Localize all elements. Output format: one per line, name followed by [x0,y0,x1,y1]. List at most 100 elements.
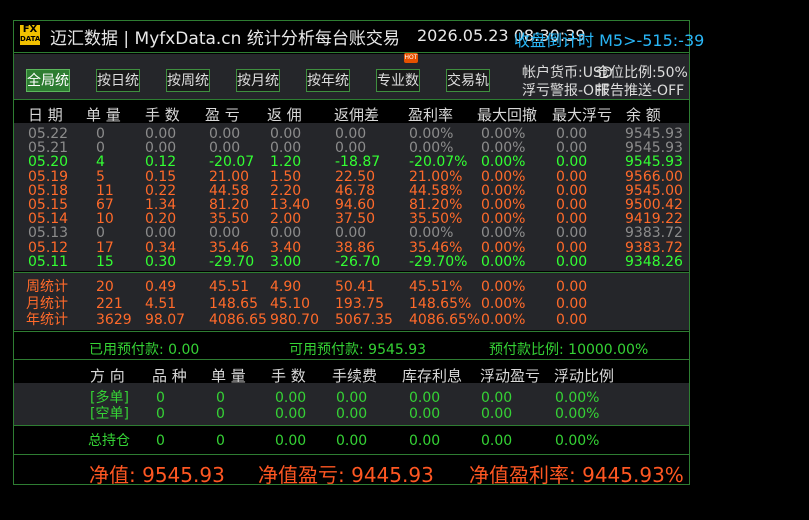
report-push-toggle[interactable]: 报告推送-OFF [596,80,684,100]
total-symbol: 0 [156,433,165,449]
period-row: 年统计 3629 98.07 4086.65 980.70 5067.35 4086.65%… [14,313,689,328]
table-row: 05.11 15 0.30 -29.70 3.00 -26.70 -29.70% 0.00% 0… [14,253,689,270]
cell-rebate: 4.90 [270,279,302,295]
cell-rate: -29.70% [409,253,468,270]
total-divider [14,454,689,455]
available-prepayment: 可用预付款: 9545.93 [289,342,427,358]
cell-vol: 15 [96,253,114,270]
cell-date: 年统计 [26,312,68,328]
cell-rebate: 3.00 [270,253,302,270]
prepayment-ratio: 预付款比例: 10000.00% [489,342,649,358]
tab-trade-trace[interactable]: 交易轨迹 [446,69,490,92]
position-ratio: 仓位比例:50% [596,65,688,81]
position-divider [14,425,689,426]
net-value-rate: 净值盈利率: 9445.93% [469,463,684,487]
cell-vol: 3629 [96,312,132,328]
position-row: [空单] 0 0 0.00 0.00 0.00 0.00 0.00% [14,407,689,422]
pos-cell-fpct: 0.00% [555,406,600,422]
cell-dd: 0.00% [481,295,526,312]
cell-float: 0.00 [556,279,588,295]
tab-overall[interactable]: 全局统计 [26,69,70,92]
pos-cell-fee: 0.00 [336,406,368,422]
pos-cell-swap: 0.00 [409,406,441,422]
cell-diff: 50.41 [335,279,376,295]
used-prepayment: 已用预付款: 0.00 [89,342,200,358]
cell-pl: 148.65 [209,295,258,312]
col-lots: 手 数 [145,106,180,124]
cell-lots: 4.51 [145,295,177,312]
prepayment-divider [14,359,689,360]
net-value: 净值: 9545.93 [89,463,225,487]
pos-cell-kind: 0 [156,390,165,406]
pos-cell-fee: 0.00 [336,390,368,406]
pos-cell-swap: 0.00 [409,390,441,406]
cell-lots: 0.30 [145,253,177,270]
cell-date: 周统计 [26,279,68,295]
hot-badge: HOT [404,53,418,63]
col-balance: 余 额 [626,106,661,124]
total-volume: 0 [216,433,225,449]
cell-vol: 20 [96,279,114,295]
cell-pl: 4086.65 [209,312,267,328]
pos-cell-dir: [空单] [90,406,129,422]
total-float-pct: 0.00% [555,433,600,449]
col-rebate-diff: 返佣差 [334,106,380,124]
tab-monthly[interactable]: 按月统计 [236,69,280,92]
cell-dd: 0.00% [481,312,526,328]
tab-yearly[interactable]: 按年统计 [306,69,350,92]
cell-lots: 98.07 [145,312,186,328]
period-row: 月统计 221 4.51 148.65 45.10 193.75 148.65% 0.00% 0… [14,295,689,312]
cell-float: 0.00 [556,295,588,312]
cell-diff: -26.70 [335,253,381,270]
cell-float: 0.00 [556,312,588,328]
position-row: [多单] 0 0 0.00 0.00 0.00 0.00 0.00% [14,391,689,406]
tabs-divider [14,99,689,100]
col-max-float-loss: 最大浮亏 [552,106,613,124]
tab-weekly[interactable]: 按周统计 [166,69,210,92]
cell-pl: 45.51 [209,279,250,295]
period-row: 周统计 20 0.49 45.51 4.90 50.41 45.51% 0.00% 0.00 [14,280,689,295]
cell-vol: 221 [96,295,123,312]
col-max-drawdown: 最大回撤 [477,106,538,124]
fxdata-logo: FX DATA [20,25,40,45]
pos-cell-kind: 0 [156,406,165,422]
cell-diff: 193.75 [335,295,384,312]
cell-balance: 9348.26 [625,253,683,270]
pos-cell-lots: 0.00 [275,406,307,422]
cell-rate: 45.51% [409,279,463,295]
symbol-countdown: 收盘倒计时 M5>-515:-39 [514,31,705,50]
cell-rebate: 980.70 [270,312,319,328]
total-float-pl: 0.00 [481,433,513,449]
app-title: 迈汇数据 | MyfxData.cn 统计分析每台账交易 [50,29,400,49]
col-date: 日 期 [28,106,63,124]
tab-pro-data[interactable]: 专业数据 [376,69,420,92]
total-position-row: 总持仓 0 0 0.00 0.00 0.00 0.00 0.00% [14,434,689,449]
cell-diff: 5067.35 [335,312,393,328]
logo-data-text: DATA [20,35,41,43]
period-divider [14,331,689,332]
total-label: 总持仓 [88,433,130,449]
pos-cell-dir: [多单] [90,390,129,406]
pos-cell-fpl: 0.00 [481,390,513,406]
tab-daily[interactable]: 按日统计 [96,69,140,92]
col-pl: 盈 亏 [205,106,240,124]
stats-panel: FX DATA 迈汇数据 | MyfxData.cn 统计分析每台账交易 202… [13,20,704,487]
pos-cell-vol: 0 [216,390,225,406]
col-profit-rate: 盈利率 [408,106,454,124]
cell-rate: 4086.65% [409,312,481,328]
cell-rate: 148.65% [409,295,472,312]
cell-date: 05.11 [28,253,69,270]
pos-cell-lots: 0.00 [275,390,307,406]
cell-float: 0.00 [556,253,588,270]
net-value-pl: 净值盈亏: 9445.93 [258,463,434,487]
cell-dd: 0.00% [481,279,526,295]
title-divider [14,52,689,53]
logo-fx-text: FX [22,24,38,35]
pos-cell-fpl: 0.00 [481,406,513,422]
cell-rebate: 45.10 [270,295,311,312]
total-swap: 0.00 [409,433,441,449]
col-rebate: 返 佣 [267,106,302,124]
pos-cell-vol: 0 [216,406,225,422]
total-fee: 0.00 [336,433,368,449]
cell-dd: 0.00% [481,253,526,270]
